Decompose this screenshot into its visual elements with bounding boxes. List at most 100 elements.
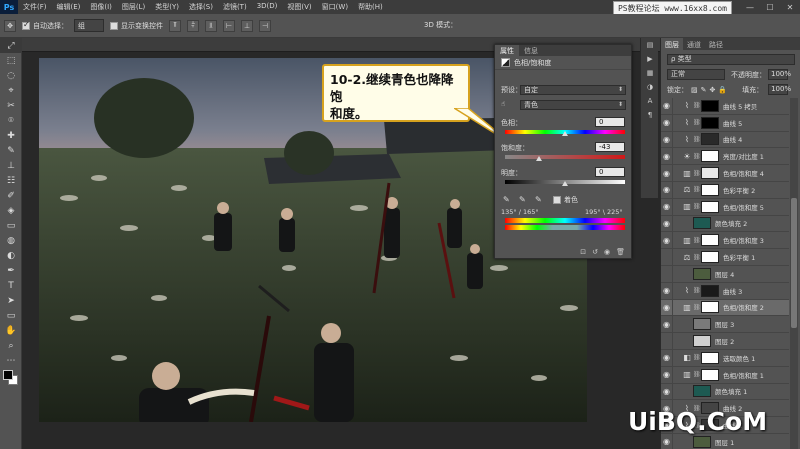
tool-icon[interactable]: ➤: [0, 293, 22, 308]
tool-icon[interactable]: ◌: [0, 68, 22, 83]
eye-icon[interactable]: ◉: [661, 316, 673, 333]
auto-select-checkbox[interactable]: 自动选择：: [22, 20, 68, 31]
tool-icon[interactable]: ▭: [0, 308, 22, 323]
eye-icon[interactable]: ◉: [661, 433, 673, 449]
chain-link-icon[interactable]: ⛓: [693, 304, 701, 311]
opacity-input[interactable]: 100%: [768, 69, 791, 80]
trash-icon[interactable]: 🗑: [616, 248, 625, 256]
colorize-checkbox[interactable]: 着色: [553, 195, 578, 205]
move-tool-icon[interactable]: ✥: [4, 19, 16, 32]
menu-item[interactable]: 图像(I): [85, 2, 117, 12]
eye-icon[interactable]: ◉: [661, 215, 673, 232]
eyedropper-plus-icon[interactable]: ✎: [519, 195, 526, 204]
layer-row[interactable]: ◉ ▥ ⛓ 色相/饱和度 4: [661, 165, 789, 182]
tool-icon[interactable]: ☷: [0, 173, 22, 188]
tab-layers[interactable]: 图层: [661, 38, 683, 50]
tool-icon[interactable]: ◐: [0, 248, 22, 263]
menu-item[interactable]: 图层(L): [117, 2, 150, 12]
eye-icon[interactable]: ◉: [661, 232, 673, 249]
tool-icon[interactable]: ◍: [0, 233, 22, 248]
paragraph-panel-icon[interactable]: ¶: [641, 108, 659, 122]
chain-link-icon[interactable]: ⛓: [693, 136, 701, 143]
fill-input[interactable]: 100%: [768, 84, 791, 95]
preset-select[interactable]: 自定: [520, 85, 626, 95]
layer-row[interactable]: 图层 4: [661, 265, 789, 283]
lightness-value-input[interactable]: 0: [595, 167, 625, 177]
eye-icon[interactable]: [661, 265, 673, 282]
foreground-color-swatch[interactable]: [3, 370, 13, 380]
layer-row[interactable]: ◉ ▥ ⛓ 色相/饱和度 3: [661, 232, 789, 250]
swatches-panel-icon[interactable]: ▦: [641, 66, 659, 80]
align-middle-icon[interactable]: ⫩: [187, 19, 199, 32]
saturation-slider-thumb[interactable]: [536, 156, 542, 161]
tool-icon[interactable]: ✚: [0, 128, 22, 143]
saturation-value-input[interactable]: -43: [595, 142, 625, 152]
reset-icon[interactable]: ↺: [592, 248, 598, 256]
layer-row[interactable]: ◉ ⚖ ⛓ 色彩平衡 2: [661, 181, 789, 199]
layer-row[interactable]: ◉ ◧ ⛓ 选取颜色 1: [661, 349, 789, 367]
menu-item[interactable]: 选择(S): [184, 2, 218, 12]
history-panel-icon[interactable]: ▤: [641, 38, 659, 52]
menu-item[interactable]: 编辑(E): [52, 2, 86, 12]
tool-icon[interactable]: ✎: [0, 143, 22, 158]
tool-icon[interactable]: ▭: [0, 218, 22, 233]
chain-link-icon[interactable]: ⛓: [693, 153, 701, 160]
eye-icon[interactable]: ◉: [661, 98, 673, 114]
character-panel-icon[interactable]: A: [641, 94, 659, 108]
close-button[interactable]: ✕: [780, 0, 800, 14]
tab-paths[interactable]: 路径: [705, 38, 727, 50]
chain-link-icon[interactable]: ⛓: [693, 237, 701, 244]
menu-item[interactable]: 文件(F): [18, 2, 52, 12]
layer-row[interactable]: ◉ ⌇ ⛓ 曲线 5 拷贝: [661, 98, 789, 115]
eye-icon[interactable]: [661, 249, 673, 266]
minimize-button[interactable]: —: [740, 0, 760, 14]
eye-icon[interactable]: ◉: [661, 114, 673, 131]
tool-icon[interactable]: ⌕: [0, 338, 22, 353]
chain-link-icon[interactable]: ⛓: [693, 354, 701, 361]
lock-move-icon[interactable]: ✥: [710, 86, 716, 94]
chain-link-icon[interactable]: ⛓: [693, 287, 701, 294]
tool-icon[interactable]: ✂: [0, 98, 22, 113]
layer-row[interactable]: ◉ ▥ ⛓ 色相/饱和度 5: [661, 198, 789, 216]
menu-item[interactable]: 滤镜(T): [218, 2, 252, 12]
chain-link-icon[interactable]: ⛓: [693, 186, 701, 193]
hue-slider-thumb[interactable]: [562, 131, 568, 136]
show-transform-checkbox[interactable]: 显示变换控件: [110, 21, 163, 31]
chain-link-icon[interactable]: ⛓: [693, 170, 701, 177]
eyedropper-icon[interactable]: ✎: [503, 195, 510, 204]
hand-adjust-icon[interactable]: ☝: [501, 100, 505, 108]
blend-mode-select[interactable]: 正常: [667, 69, 725, 80]
eyedropper-minus-icon[interactable]: ✎: [535, 195, 542, 204]
eye-icon[interactable]: ◉: [661, 181, 673, 198]
clip-to-layer-icon[interactable]: ⊡: [580, 248, 586, 256]
saturation-slider-track[interactable]: [505, 155, 625, 159]
eye-icon[interactable]: ◉: [661, 131, 673, 148]
layer-row[interactable]: ⚖ ⛓ 色彩平衡 1: [661, 249, 789, 266]
hue-value-input[interactable]: 0: [595, 117, 625, 127]
channel-select[interactable]: 青色: [520, 100, 626, 110]
layer-row[interactable]: ◉ 图层 1: [661, 433, 789, 449]
align-right-icon[interactable]: ⊣: [259, 19, 271, 32]
layer-row[interactable]: ◉ 颜色填充 2: [661, 215, 789, 233]
menu-item[interactable]: 3D(D): [252, 2, 283, 12]
chain-link-icon[interactable]: ⛓: [693, 102, 701, 109]
eye-icon[interactable]: ◉: [661, 148, 673, 165]
menu-item[interactable]: 视图(V): [282, 2, 316, 12]
tool-icon[interactable]: T: [0, 278, 22, 293]
eye-icon[interactable]: ◉: [661, 349, 673, 366]
eye-icon[interactable]: ◉: [661, 299, 673, 316]
menu-item[interactable]: 窗口(W): [317, 2, 353, 12]
chain-link-icon[interactable]: ⛓: [693, 371, 701, 378]
eye-icon[interactable]: ◉: [661, 198, 673, 215]
lightness-slider-thumb[interactable]: [562, 181, 568, 186]
chain-link-icon[interactable]: ⛓: [693, 119, 701, 126]
tool-icon[interactable]: ⬚: [0, 53, 22, 68]
tool-icon[interactable]: ✒: [0, 263, 22, 278]
actions-panel-icon[interactable]: ▶: [641, 52, 659, 66]
lock-brush-icon[interactable]: ✎: [701, 86, 707, 94]
align-bottom-icon[interactable]: ⫫: [205, 19, 217, 32]
layer-row[interactable]: ◉ 图层 3: [661, 316, 789, 334]
eye-icon[interactable]: ◉: [661, 165, 673, 182]
layer-row[interactable]: ◉ 颜色填充 1: [661, 383, 789, 401]
tool-icon[interactable]: ◈: [0, 203, 22, 218]
